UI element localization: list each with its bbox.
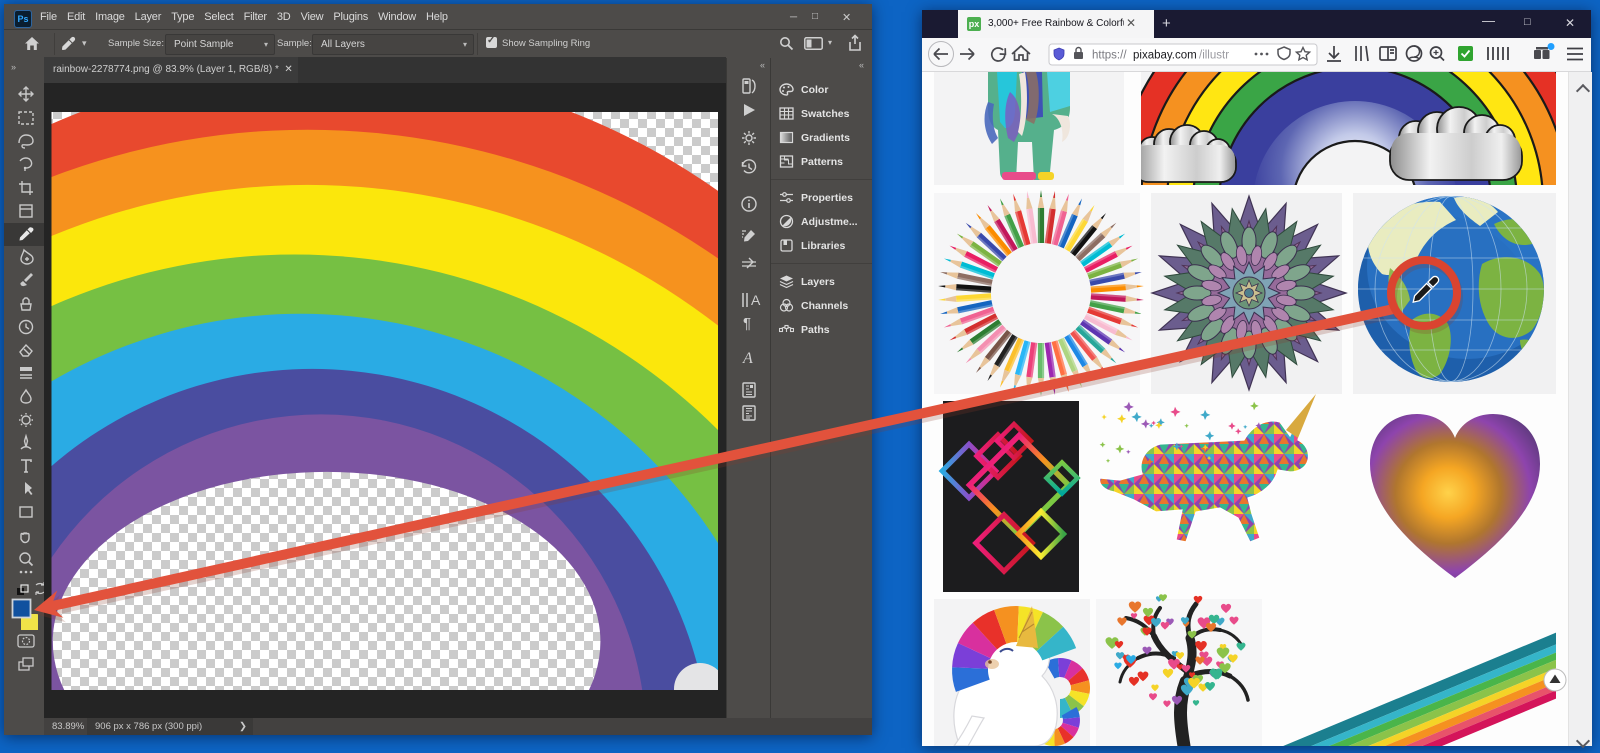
svg-text:pixabay.com: pixabay.com: [1133, 50, 1197, 62]
svg-text:A: A: [751, 292, 761, 308]
svg-text:A: A: [742, 350, 753, 367]
svg-text:https://: https://: [1092, 50, 1127, 62]
svg-text:/illustr: /illustr: [1199, 50, 1229, 62]
svg-text:¶: ¶: [743, 315, 751, 332]
